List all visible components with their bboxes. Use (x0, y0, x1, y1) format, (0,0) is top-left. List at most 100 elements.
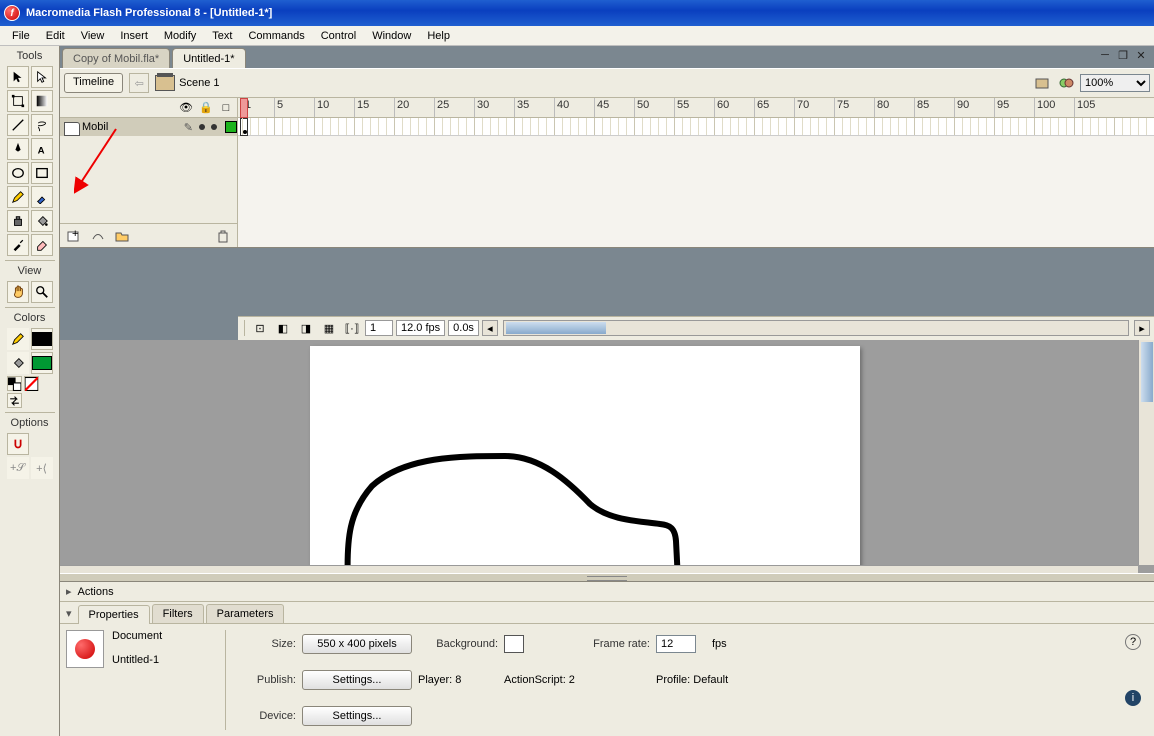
insert-layer-button[interactable]: + (64, 226, 84, 246)
swap-colors-button[interactable] (7, 393, 22, 408)
canvas-vscrollbar[interactable] (1138, 340, 1154, 566)
show-hide-layers-icon[interactable]: 👁 (179, 101, 193, 115)
layer-name[interactable]: Mobil (64, 121, 184, 133)
ink-bottle-tool[interactable] (7, 210, 29, 232)
fill-color-icon (7, 352, 29, 374)
menu-commands[interactable]: Commands (240, 28, 312, 44)
scene-label[interactable]: Scene 1 (179, 77, 219, 89)
add-motion-guide-button[interactable] (88, 226, 108, 246)
canvas-area[interactable] (60, 340, 1154, 582)
timeline-hscrollbar[interactable] (503, 320, 1129, 336)
svg-text:+: + (72, 229, 78, 240)
free-transform-tool[interactable] (7, 90, 29, 112)
tab-properties[interactable]: Properties (78, 605, 150, 624)
restore-doc-button[interactable]: ❐ (1116, 48, 1130, 62)
zoom-tool[interactable] (31, 281, 53, 303)
oval-tool[interactable] (7, 162, 29, 184)
tab-parameters[interactable]: Parameters (206, 604, 285, 623)
menu-view[interactable]: View (73, 28, 113, 44)
straighten-option[interactable]: +⟨ (31, 457, 53, 479)
tab-filters[interactable]: Filters (152, 604, 204, 623)
no-color-button[interactable] (24, 376, 39, 391)
collapse-icon[interactable]: ▾ (66, 607, 72, 620)
back-arrow-icon[interactable]: ⇦ (129, 73, 149, 93)
eyedropper-tool[interactable] (7, 234, 29, 256)
drawing-car-outline (310, 346, 860, 582)
eraser-tool[interactable] (31, 234, 53, 256)
gradient-transform-tool[interactable] (31, 90, 53, 112)
zoom-select[interactable]: 100% (1080, 74, 1150, 92)
actions-panel-header[interactable]: ▸ Actions (60, 582, 1154, 602)
tools-panel: Tools A View Colors (0, 46, 60, 736)
stroke-color-icon (7, 328, 29, 350)
elapsed-time: 0.0s (448, 320, 479, 336)
smooth-option[interactable]: +𝒮 (7, 457, 29, 479)
line-tool[interactable] (7, 114, 29, 136)
current-frame: 1 (365, 320, 393, 336)
lock-layers-icon[interactable]: 🔒 (199, 101, 213, 115)
layer-row[interactable]: Mobil ✎ (60, 118, 237, 136)
document-icon (66, 630, 104, 668)
doc-tab[interactable]: Copy of Mobil.fla* (62, 48, 170, 68)
menu-window[interactable]: Window (364, 28, 419, 44)
layer-outline-color[interactable] (225, 121, 237, 133)
menu-insert[interactable]: Insert (112, 28, 156, 44)
device-settings-button[interactable]: Settings... (302, 706, 412, 726)
background-color[interactable] (504, 635, 524, 653)
bottom-panels: ▸ Actions ▾ Properties Filters Parameter… (60, 581, 1154, 736)
fps-unit: fps (712, 638, 752, 650)
publish-settings-button[interactable]: Settings... (302, 670, 412, 690)
insert-folder-button[interactable] (112, 226, 132, 246)
delete-layer-button[interactable] (213, 226, 233, 246)
menu-edit[interactable]: Edit (38, 28, 73, 44)
onion-skin-icon[interactable]: ◧ (273, 318, 293, 338)
hand-tool[interactable] (7, 281, 29, 303)
onion-outlines-icon[interactable]: ◨ (296, 318, 316, 338)
framerate-input[interactable] (656, 635, 696, 653)
panel-resize-grip[interactable] (60, 573, 1154, 581)
pencil-tool[interactable] (7, 186, 29, 208)
size-button[interactable]: 550 x 400 pixels (302, 634, 412, 654)
center-frame-icon[interactable]: ⊡ (250, 318, 270, 338)
snap-option[interactable] (7, 433, 29, 455)
menu-control[interactable]: Control (313, 28, 364, 44)
outline-layers-icon[interactable]: □ (219, 101, 233, 115)
fill-color[interactable] (31, 352, 53, 374)
view-title: View (0, 263, 59, 279)
lasso-tool[interactable] (31, 114, 53, 136)
help-button[interactable]: ? (1125, 634, 1141, 650)
edit-scene-icon[interactable] (1032, 73, 1052, 93)
device-label: Device: (236, 710, 296, 722)
modify-onion-icon[interactable]: ⟦·⟧ (342, 318, 362, 338)
publish-label: Publish: (236, 674, 296, 686)
stage[interactable] (310, 346, 860, 582)
rectangle-tool[interactable] (31, 162, 53, 184)
stroke-color[interactable] (31, 328, 53, 350)
close-doc-button[interactable]: ✕ (1134, 48, 1148, 62)
scene-bar: Timeline ⇦ Scene 1 100% (60, 68, 1154, 98)
paint-bucket-tool[interactable] (31, 210, 53, 232)
subselection-tool[interactable] (31, 66, 53, 88)
menu-text[interactable]: Text (204, 28, 240, 44)
timeline-ruler[interactable]: 1510152025303540455055606570758085909510… (238, 98, 1154, 118)
app-icon: f (4, 5, 20, 21)
selection-tool[interactable] (7, 66, 29, 88)
scroll-right-button[interactable]: ▸ (1134, 320, 1150, 336)
pen-tool[interactable] (7, 138, 29, 160)
menu-file[interactable]: File (4, 28, 38, 44)
timeline-button[interactable]: Timeline (64, 73, 123, 93)
scroll-left-button[interactable]: ◂ (482, 320, 498, 336)
edit-multiple-icon[interactable]: ▦ (319, 318, 339, 338)
tools-title: Tools (0, 48, 59, 64)
frame-track[interactable] (238, 118, 1154, 136)
menu-help[interactable]: Help (419, 28, 458, 44)
black-white-button[interactable] (7, 376, 22, 391)
text-tool[interactable]: A (31, 138, 53, 160)
menu-modify[interactable]: Modify (156, 28, 204, 44)
doc-tab[interactable]: Untitled-1* (172, 48, 245, 68)
brush-tool[interactable] (31, 186, 53, 208)
edit-symbols-icon[interactable] (1056, 73, 1076, 93)
info-button[interactable]: i (1125, 690, 1141, 706)
playhead[interactable] (240, 98, 248, 118)
minimize-doc-button[interactable]: ─ (1098, 48, 1112, 62)
